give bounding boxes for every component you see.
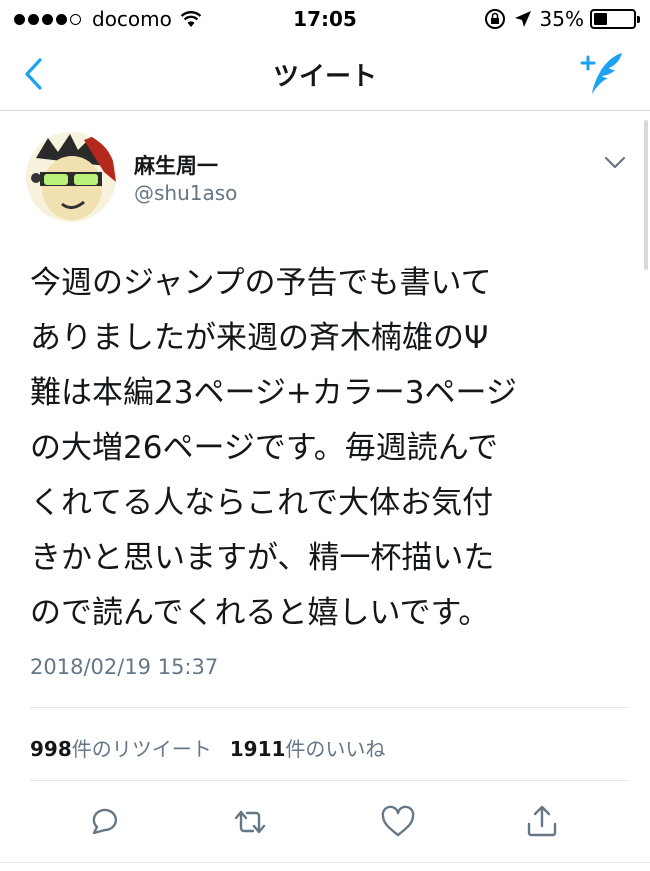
tweet-timestamp[interactable]: 2018/02/19 15:37 (30, 655, 218, 679)
like-button[interactable] (376, 800, 420, 844)
status-right: 35% (484, 7, 640, 31)
author-handle[interactable]: @shu1aso (134, 181, 237, 205)
divider (0, 862, 650, 863)
retweet-label: 件のリツイート (71, 737, 212, 761)
tweet-actions (0, 800, 650, 850)
retweets-stat[interactable]: 998件のリツイート (30, 733, 212, 762)
retweet-count: 998 (30, 737, 72, 761)
page-title: ツイート (272, 62, 377, 92)
retweet-icon (234, 810, 266, 834)
like-label: 件のいいね (285, 737, 386, 761)
likes-stat[interactable]: 1911件のいいね (230, 733, 386, 762)
battery-tip (637, 16, 640, 23)
divider (30, 707, 628, 708)
avatar-illustration (26, 132, 116, 222)
like-count: 1911 (229, 737, 286, 761)
author-avatar[interactable] (26, 132, 116, 222)
scroll-indicator (644, 120, 648, 270)
tweet-text: 今週のジャンプの予告でも書いて ありましたが来週の斉木楠雄のΨ 難は本編23ペー… (30, 265, 517, 631)
retweet-button[interactable] (228, 800, 272, 844)
orientation-lock-icon (484, 9, 505, 29)
battery-fill (594, 13, 607, 25)
tweet-menu-button[interactable] (600, 150, 630, 174)
location-arrow-icon (514, 11, 531, 27)
status-bar: docomo 17:05 35% (0, 0, 650, 38)
chevron-down-icon (604, 156, 626, 169)
share-button[interactable] (520, 800, 564, 844)
tweet-stats: 998件のリツイート 1911件のいいね (30, 733, 385, 762)
author-name[interactable]: 麻生周一 (134, 150, 218, 180)
battery-icon (590, 9, 640, 29)
share-icon (527, 805, 557, 837)
navigation-bar: ツイート (0, 38, 650, 111)
compose-tweet-button[interactable] (578, 50, 628, 98)
reply-icon (92, 808, 118, 835)
stat-spacer (212, 733, 230, 762)
compose-tweet-icon (580, 53, 622, 94)
reply-button[interactable] (80, 800, 124, 844)
divider (30, 780, 628, 781)
battery-percent: 35% (539, 7, 584, 31)
like-icon (381, 805, 415, 837)
